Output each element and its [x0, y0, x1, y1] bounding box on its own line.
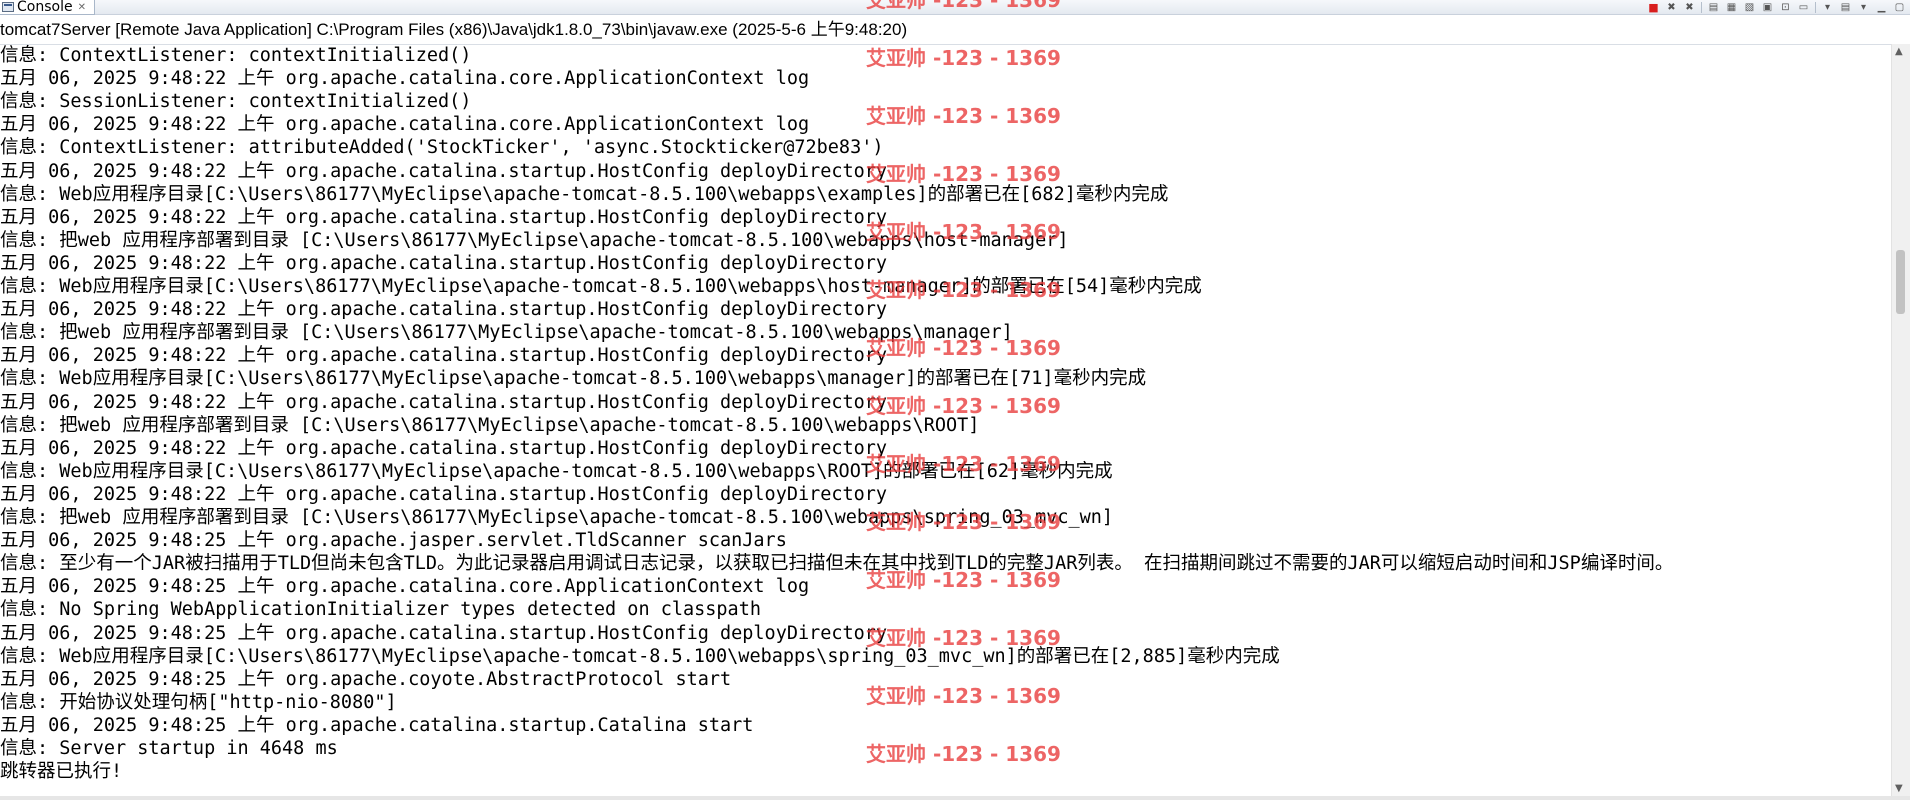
clear-console-icon[interactable]: ▤: [1707, 2, 1720, 14]
toolbar-separator: [1701, 2, 1702, 13]
watermark-text: 艾亚帅 -123 - 1369: [866, 684, 1061, 708]
scroll-up-icon[interactable]: ▲: [1895, 46, 1903, 57]
toolbar-separator: [1815, 2, 1816, 13]
console-line: 信息: 开始协议处理句柄["http-nio-8080"]: [0, 691, 397, 713]
console-line: 信息: ContextListener: attributeAdded('Sto…: [0, 137, 884, 159]
console-line: 信息: 把web 应用程序部署到目录 [C:\Users\86177\MyEcl…: [0, 322, 1013, 344]
console-line: 五月 06, 2025 9:48:22 上午 org.apache.catali…: [0, 437, 888, 459]
watermark-text: 艾亚帅 -123 - 1369: [866, 394, 1061, 418]
watermark-text: 艾亚帅 -123 - 1369: [866, 162, 1061, 186]
console-line: 五月 06, 2025 9:48:22 上午 org.apache.catali…: [0, 68, 810, 90]
console-line: 五月 06, 2025 9:48:25 上午 org.apache.catali…: [0, 714, 754, 736]
process-description: tomcat7Server [Remote Java Application] …: [0, 16, 1910, 45]
console-line: 五月 06, 2025 9:48:22 上午 org.apache.catali…: [0, 391, 888, 413]
watermark-text: 艾亚帅 -123 - 1369: [866, 104, 1061, 128]
watermark-text: 艾亚帅 -123 - 1369: [866, 46, 1061, 70]
dropdown-icon[interactable]: ▾: [1857, 2, 1870, 14]
console-line: 五月 06, 2025 9:48:22 上午 org.apache.catali…: [0, 114, 810, 136]
vertical-scrollbar[interactable]: ▲ ▼: [1891, 44, 1910, 796]
minimize-icon[interactable]: ▁: [1875, 2, 1888, 14]
watermark-text: 艾亚帅 -123 - 1369: [866, 220, 1061, 244]
dropdown-icon[interactable]: ▾: [1821, 2, 1834, 14]
watermark-text: 艾亚帅 -123 - 1369: [866, 336, 1061, 360]
console-line: 五月 06, 2025 9:48:22 上午 org.apache.catali…: [0, 345, 888, 367]
console-line: 五月 06, 2025 9:48:22 上午 org.apache.catali…: [0, 160, 888, 182]
console-icon: [2, 2, 14, 12]
horizontal-scrollbar[interactable]: [0, 796, 1910, 800]
terminate-icon[interactable]: ■: [1647, 1, 1660, 14]
console-line: 五月 06, 2025 9:48:22 上午 org.apache.catali…: [0, 299, 888, 321]
console-line: 五月 06, 2025 9:48:22 上午 org.apache.catali…: [0, 252, 888, 274]
console-toolbar: ■ ✖ ✖ ▤ ▦ ▧ ▣ ⊡ ▭ ▾ ▤ ▾ ▁ ▢: [1647, 1, 1906, 14]
console-line: 五月 06, 2025 9:48:25 上午 org.apache.catali…: [0, 622, 888, 644]
watermark-text: 艾亚帅 -123 - 1369: [866, 278, 1061, 302]
console-line: 信息: ContextListener: contextInitialized(…: [0, 45, 472, 66]
watermark-text: 艾亚帅 -123 - 1369: [866, 568, 1061, 592]
maximize-icon[interactable]: ▢: [1893, 2, 1906, 14]
console-line: 五月 06, 2025 9:48:25 上午 org.apache.coyote…: [0, 668, 732, 690]
console-line: 信息: SessionListener: contextInitialized(…: [0, 91, 472, 113]
watermark-text: 艾亚帅 -123 - 1369: [866, 0, 1061, 12]
open-console-icon[interactable]: ▤: [1839, 2, 1852, 14]
scroll-down-icon[interactable]: ▼: [1895, 783, 1903, 794]
console-line: 信息: 把web 应用程序部署到目录 [C:\Users\86177\MyEcl…: [0, 414, 980, 436]
tab-console[interactable]: Console ✕: [0, 0, 95, 15]
scrollbar-thumb[interactable]: [1896, 250, 1905, 314]
remove-launch-icon[interactable]: ✖: [1665, 2, 1678, 14]
console-line: 跳转器已执行!: [0, 761, 123, 783]
watermark-text: 艾亚帅 -123 - 1369: [866, 742, 1061, 766]
console-line: 信息: No Spring WebApplicationInitializer …: [0, 599, 761, 621]
console-line: 信息: Web应用程序目录[C:\Users\86177\MyEclipse\a…: [0, 368, 1147, 390]
watermark-text: 艾亚帅 -123 - 1369: [866, 452, 1061, 476]
scroll-lock-icon[interactable]: ▦: [1725, 2, 1738, 14]
console-line: 信息: Web应用程序目录[C:\Users\86177\MyEclipse\a…: [0, 645, 1280, 667]
console-line: 五月 06, 2025 9:48:22 上午 org.apache.catali…: [0, 206, 888, 228]
console-line: 信息: Web应用程序目录[C:\Users\86177\MyEclipse\a…: [0, 183, 1169, 205]
pin-console-icon[interactable]: ⊡: [1779, 2, 1792, 14]
watermark-text: 艾亚帅 -123 - 1369: [866, 626, 1061, 650]
remove-all-terminated-icon[interactable]: ✖: [1683, 2, 1696, 14]
watermark-text: 艾亚帅 -123 - 1369: [866, 510, 1061, 534]
console-line: 五月 06, 2025 9:48:22 上午 org.apache.catali…: [0, 483, 888, 505]
console-line: 信息: 至少有一个JAR被扫描用于TLD但尚未包含TLD。为此记录器启用调试日志…: [0, 553, 1674, 575]
console-line: 信息: Server startup in 4648 ms: [0, 738, 338, 759]
tab-console-label: Console: [17, 0, 73, 15]
console-line: 五月 06, 2025 9:48:25 上午 org.apache.jasper…: [0, 530, 787, 552]
word-wrap-icon[interactable]: ▧: [1743, 2, 1756, 14]
close-icon[interactable]: ✕: [78, 2, 86, 13]
show-on-output-icon[interactable]: ▣: [1761, 2, 1774, 14]
display-console-icon[interactable]: ▭: [1797, 2, 1810, 14]
console-line: 五月 06, 2025 9:48:25 上午 org.apache.catali…: [0, 576, 810, 598]
